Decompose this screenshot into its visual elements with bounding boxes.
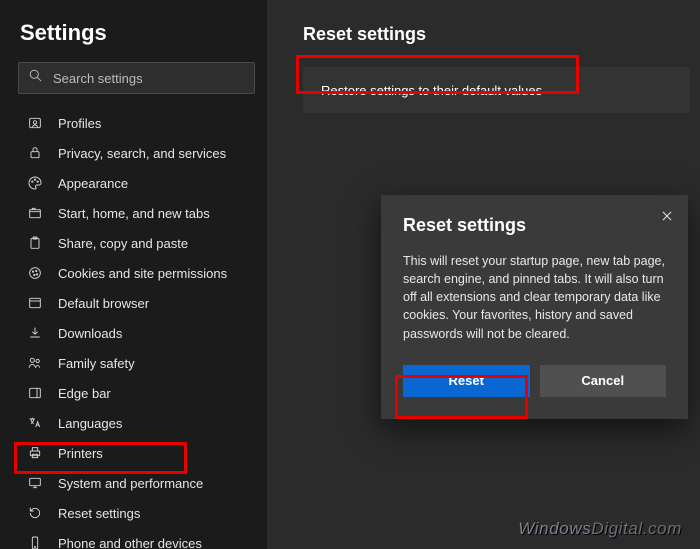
watermark-part1: Windows xyxy=(518,519,591,538)
sidebar-item-languages[interactable]: Languages xyxy=(18,408,255,438)
sidebar-item-label: Phone and other devices xyxy=(58,536,202,549)
sidebar: Settings Profiles Privacy, search, and s… xyxy=(0,0,267,549)
sidebar-item-label: Share, copy and paste xyxy=(58,236,188,251)
sidebar-item-profiles[interactable]: Profiles xyxy=(18,108,255,138)
sidebar-item-label: Printers xyxy=(58,446,103,461)
sidebar-item-start[interactable]: Start, home, and new tabs xyxy=(18,198,255,228)
reset-dialog: Reset settings This will reset your star… xyxy=(381,195,688,419)
sidebar-item-label: Profiles xyxy=(58,116,101,131)
sidebar-item-label: Downloads xyxy=(58,326,122,341)
sidebar-panel-icon xyxy=(26,384,44,402)
sidebar-item-phone[interactable]: Phone and other devices xyxy=(18,528,255,549)
sidebar-item-printers[interactable]: Printers xyxy=(18,438,255,468)
sidebar-item-privacy[interactable]: Privacy, search, and services xyxy=(18,138,255,168)
cookie-icon xyxy=(26,264,44,282)
family-icon xyxy=(26,354,44,372)
search-input[interactable] xyxy=(18,62,255,94)
paint-icon xyxy=(26,174,44,192)
phone-icon xyxy=(26,534,44,549)
sidebar-item-label: Edge bar xyxy=(58,386,111,401)
dialog-body: This will reset your startup page, new t… xyxy=(403,252,666,343)
page-title: Reset settings xyxy=(303,24,690,45)
tabs-icon xyxy=(26,204,44,222)
search-wrap xyxy=(18,62,255,94)
restore-defaults-label: Restore settings to their default values xyxy=(321,83,542,98)
close-icon[interactable] xyxy=(660,209,674,228)
sidebar-item-label: Default browser xyxy=(58,296,149,311)
sidebar-item-downloads[interactable]: Downloads xyxy=(18,318,255,348)
sidebar-item-appearance[interactable]: Appearance xyxy=(18,168,255,198)
sidebar-item-label: Reset settings xyxy=(58,506,140,521)
cancel-button[interactable]: Cancel xyxy=(540,365,667,397)
sidebar-item-default-browser[interactable]: Default browser xyxy=(18,288,255,318)
sidebar-item-family[interactable]: Family safety xyxy=(18,348,255,378)
sidebar-item-label: Family safety xyxy=(58,356,135,371)
dialog-button-row: Reset Cancel xyxy=(403,365,666,397)
profile-icon xyxy=(26,114,44,132)
browser-icon xyxy=(26,294,44,312)
sidebar-item-reset[interactable]: Reset settings xyxy=(18,498,255,528)
sidebar-item-share[interactable]: Share, copy and paste xyxy=(18,228,255,258)
language-icon xyxy=(26,414,44,432)
sidebar-item-label: Start, home, and new tabs xyxy=(58,206,210,221)
sidebar-item-edgebar[interactable]: Edge bar xyxy=(18,378,255,408)
search-icon xyxy=(28,68,43,88)
watermark-part2: Digital.com xyxy=(591,519,682,538)
clipboard-icon xyxy=(26,234,44,252)
sidebar-item-cookies[interactable]: Cookies and site permissions xyxy=(18,258,255,288)
watermark: WindowsDigital.com xyxy=(518,519,682,539)
sidebar-item-system[interactable]: System and performance xyxy=(18,468,255,498)
dialog-title: Reset settings xyxy=(403,215,666,236)
download-icon xyxy=(26,324,44,342)
reset-button[interactable]: Reset xyxy=(403,365,530,397)
settings-heading: Settings xyxy=(20,20,255,46)
nav-list: Profiles Privacy, search, and services A… xyxy=(18,108,255,549)
printer-icon xyxy=(26,444,44,462)
restore-defaults-row[interactable]: Restore settings to their default values xyxy=(303,67,690,113)
sidebar-item-label: Cookies and site permissions xyxy=(58,266,227,281)
sidebar-item-label: Appearance xyxy=(58,176,128,191)
sidebar-item-label: Privacy, search, and services xyxy=(58,146,226,161)
system-icon xyxy=(26,474,44,492)
reset-icon xyxy=(26,504,44,522)
sidebar-item-label: System and performance xyxy=(58,476,203,491)
lock-icon xyxy=(26,144,44,162)
sidebar-item-label: Languages xyxy=(58,416,122,431)
